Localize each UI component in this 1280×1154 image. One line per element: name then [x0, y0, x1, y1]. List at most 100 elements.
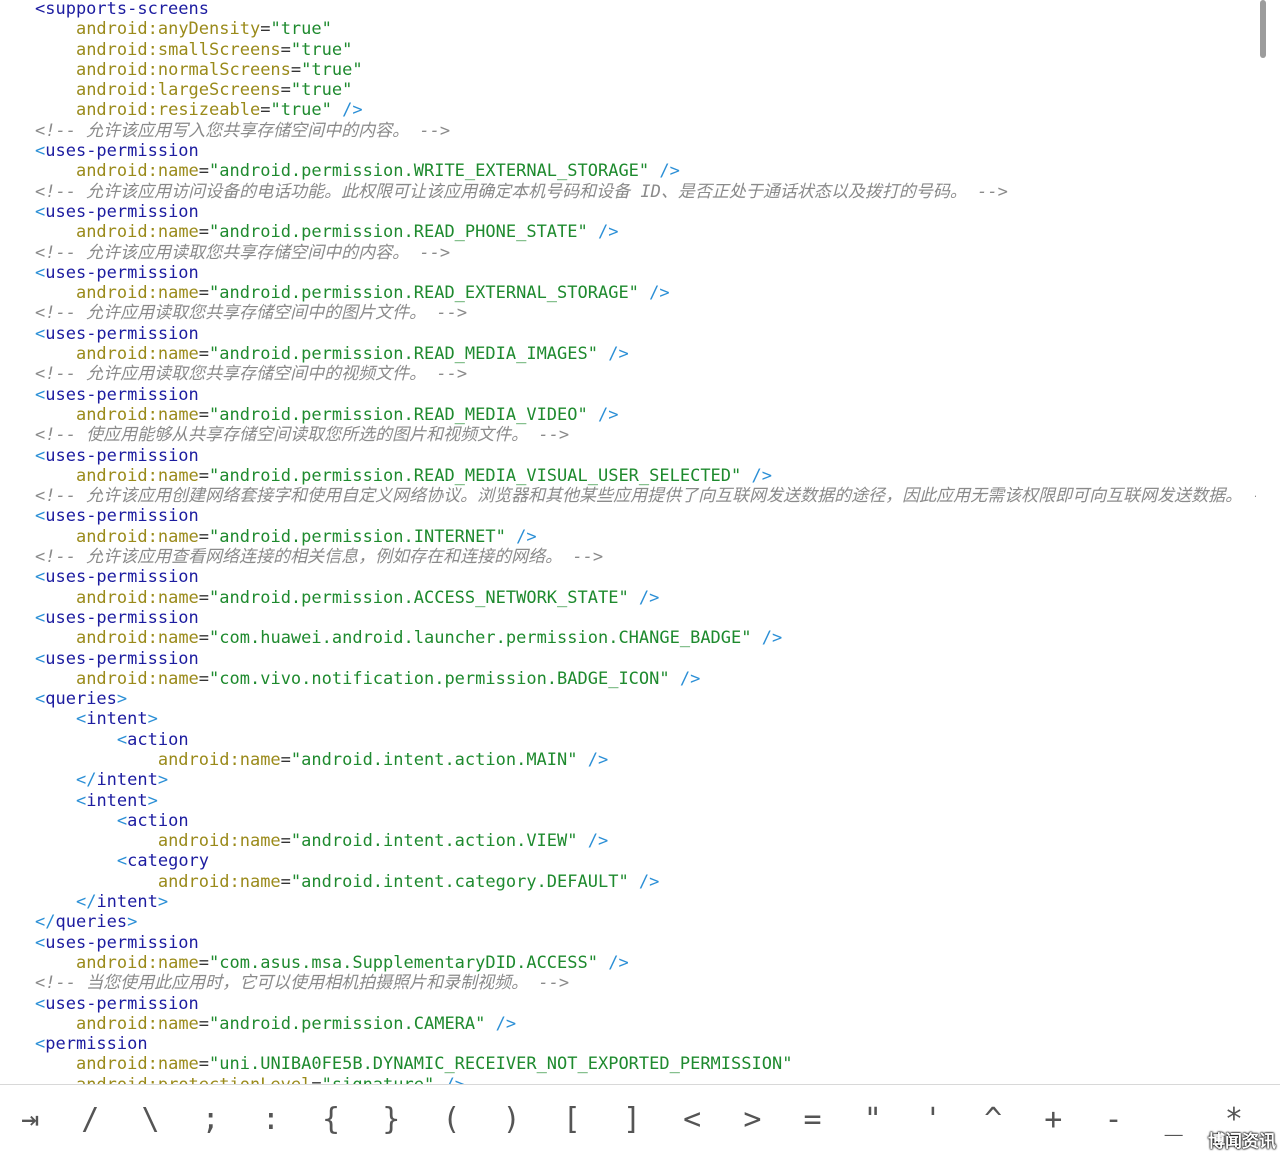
- equals-key[interactable]: =: [782, 1090, 842, 1150]
- code-line[interactable]: <uses-permission: [35, 608, 1268, 628]
- double-quote-key[interactable]: ": [843, 1090, 903, 1150]
- code-line[interactable]: <!-- 允许该应用创建网络套接字和使用自定义网络协议。浏览器和其他某些应用提供…: [35, 486, 1268, 506]
- code-line[interactable]: <uses-permission: [35, 567, 1268, 587]
- code-punctuation: >: [147, 709, 158, 730]
- code-line[interactable]: android:name="android.permission.READ_ME…: [35, 466, 1268, 486]
- code-line[interactable]: android:normalScreens="true": [35, 60, 1268, 80]
- code-line[interactable]: android:name="android.intent.category.DE…: [35, 872, 1268, 892]
- code-attr-namespace: android:: [157, 749, 240, 770]
- code-line[interactable]: <!-- 当您使用此应用时，它可以使用相机拍摄照片和录制视频。 -->: [35, 973, 1268, 993]
- code-equals: =: [198, 404, 210, 425]
- code-equals: =: [198, 952, 210, 973]
- code-line[interactable]: <uses-permission: [35, 385, 1268, 405]
- code-line[interactable]: <supports-screens: [35, 0, 1268, 19]
- code-line[interactable]: <action: [35, 730, 1268, 750]
- code-line[interactable]: <queries>: [35, 689, 1268, 709]
- code-line[interactable]: </intent>: [35, 770, 1268, 790]
- code-line[interactable]: android:name="android.intent.action.MAIN…: [35, 750, 1268, 770]
- colon-key[interactable]: :: [241, 1090, 301, 1150]
- code-line[interactable]: <intent>: [35, 791, 1268, 811]
- code-line[interactable]: <action: [35, 811, 1268, 831]
- code-line[interactable]: android:name="android.intent.action.VIEW…: [35, 831, 1268, 851]
- code-line[interactable]: <uses-permission: [35, 649, 1268, 669]
- code-line[interactable]: <uses-permission: [35, 506, 1268, 526]
- code-line[interactable]: android:name="android.permission.READ_PH…: [35, 222, 1268, 242]
- caret-key[interactable]: ^: [963, 1090, 1023, 1150]
- code-line[interactable]: <uses-permission: [35, 933, 1268, 953]
- code-line[interactable]: <uses-permission: [35, 324, 1268, 344]
- code-line[interactable]: <!-- 允许该应用读取您共享存储空间中的内容。 -->: [35, 243, 1268, 263]
- slash-key[interactable]: /: [60, 1090, 120, 1150]
- tab-key[interactable]: ⇥: [0, 1090, 60, 1150]
- code-line[interactable]: <!-- 允许该应用写入您共享存储空间中的内容。 -->: [35, 121, 1268, 141]
- code-line[interactable]: android:name="com.asus.msa.Supplementary…: [35, 953, 1268, 973]
- code-comment: <!-- 允许应用读取您共享存储空间中的图片文件。 -->: [35, 303, 468, 324]
- code-line[interactable]: <intent>: [35, 709, 1268, 729]
- code-line[interactable]: <!-- 允许该应用访问设备的电话功能。此权限可让该应用确定本机号码和设备 ID…: [35, 182, 1268, 202]
- code-string-value: "true": [301, 59, 363, 80]
- scrollbar-thumb[interactable]: [1260, 0, 1266, 58]
- code-attr-name: name: [157, 344, 199, 365]
- backslash-key[interactable]: \: [120, 1090, 180, 1150]
- code-line[interactable]: android:name="com.huawei.android.launche…: [35, 628, 1268, 648]
- code-string-value: "android.intent.action.MAIN": [290, 749, 578, 770]
- code-line[interactable]: <uses-permission: [35, 202, 1268, 222]
- code-line[interactable]: android:anyDensity="true": [35, 19, 1268, 39]
- code-line[interactable]: android:protectionLevel="signature" />: [35, 1075, 1268, 1084]
- code-line[interactable]: android:name="android.permission.READ_EX…: [35, 283, 1268, 303]
- left-bracket-key[interactable]: [: [542, 1090, 602, 1150]
- code-line[interactable]: <uses-permission: [35, 446, 1268, 466]
- less-than-key[interactable]: <: [662, 1090, 722, 1150]
- code-line[interactable]: <!-- 使应用能够从共享存储空间读取您所选的图片和视频文件。 -->: [35, 425, 1268, 445]
- code-attr-namespace: android:: [75, 100, 158, 121]
- code-line[interactable]: <category: [35, 851, 1268, 871]
- greater-than-key[interactable]: >: [722, 1090, 782, 1150]
- code-editor[interactable]: <supports-screens android:anyDensity="tr…: [0, 0, 1268, 1084]
- left-paren-key[interactable]: (: [421, 1090, 481, 1150]
- code-attr-namespace: android:: [75, 80, 158, 101]
- underscore-key[interactable]: _: [1144, 1090, 1204, 1150]
- code-line[interactable]: android:name="com.vivo.notification.perm…: [35, 669, 1268, 689]
- left-brace-key[interactable]: {: [301, 1090, 361, 1150]
- code-line[interactable]: <uses-permission: [35, 263, 1268, 283]
- code-line[interactable]: android:name="android.permission.INTERNE…: [35, 527, 1268, 547]
- code-string-value: "android.permission.CAMERA": [209, 1013, 486, 1034]
- right-brace-key[interactable]: }: [361, 1090, 421, 1150]
- code-line[interactable]: android:name="android.permission.ACCESS_…: [35, 588, 1268, 608]
- code-line[interactable]: <!-- 允许该应用查看网络连接的相关信息，例如存在和连接的网络。 -->: [35, 547, 1268, 567]
- code-line[interactable]: <uses-permission: [35, 141, 1268, 161]
- code-line[interactable]: </intent>: [35, 892, 1268, 912]
- code-punctuation: <: [35, 201, 46, 222]
- code-line[interactable]: android:largeScreens="true": [35, 80, 1268, 100]
- code-content[interactable]: <supports-screens android:anyDensity="tr…: [35, 0, 1268, 1084]
- code-attr-namespace: android:: [75, 39, 158, 60]
- code-line[interactable]: <!-- 允许应用读取您共享存储空间中的图片文件。 -->: [35, 303, 1268, 323]
- right-bracket-key[interactable]: ]: [602, 1090, 662, 1150]
- semicolon-key[interactable]: ;: [181, 1090, 241, 1150]
- code-line[interactable]: <!-- 允许应用读取您共享存储空间中的视频文件。 -->: [35, 364, 1268, 384]
- code-line[interactable]: android:smallScreens="true": [35, 40, 1268, 60]
- code-punctuation: />: [505, 526, 537, 547]
- code-line[interactable]: android:name="android.permission.CAMERA"…: [35, 1014, 1268, 1034]
- plus-key[interactable]: +: [1023, 1090, 1083, 1150]
- code-line[interactable]: </queries>: [35, 912, 1268, 932]
- minus-key[interactable]: -: [1083, 1090, 1143, 1150]
- code-line[interactable]: <uses-permission: [35, 994, 1268, 1014]
- code-line[interactable]: android:resizeable="true" />: [35, 100, 1268, 120]
- right-paren-key[interactable]: ): [482, 1090, 542, 1150]
- code-line[interactable]: <permission: [35, 1034, 1268, 1054]
- code-line[interactable]: android:name="android.permission.WRITE_E…: [35, 161, 1268, 181]
- code-tag-name: uses-permission: [45, 201, 199, 222]
- symbol-input-bar: ⇥ / \;:{}()[] < > = " ' ^ + - _ *: [0, 1084, 1280, 1154]
- code-line[interactable]: android:name="android.permission.READ_ME…: [35, 405, 1268, 425]
- vertical-scrollbar[interactable]: [1256, 0, 1268, 1084]
- code-string-value: "true": [290, 39, 353, 60]
- code-tag-name: uses-permission: [45, 607, 199, 628]
- code-line[interactable]: android:name="uni.UNIBA0FE5B.DYNAMIC_REC…: [35, 1054, 1268, 1074]
- code-equals: =: [290, 59, 302, 80]
- single-quote-key[interactable]: ': [903, 1090, 963, 1150]
- code-punctuation: <: [35, 607, 46, 628]
- code-line[interactable]: android:name="android.permission.READ_ME…: [35, 344, 1268, 364]
